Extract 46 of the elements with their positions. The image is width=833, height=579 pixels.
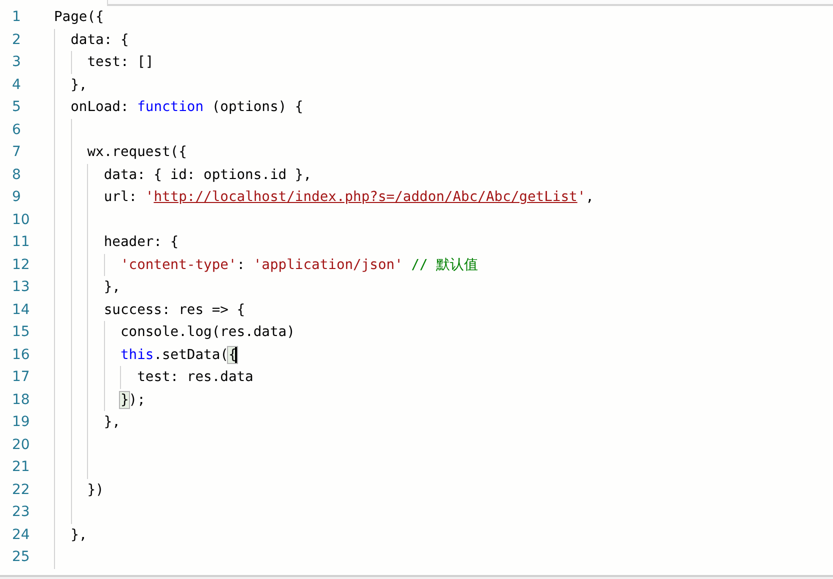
- code-line: console.log(res.data): [119, 324, 295, 340]
- line-number: 1: [11, 9, 22, 26]
- code-line: Page({: [54, 9, 104, 26]
- line-number: 16: [11, 346, 31, 363]
- line-number: 19: [11, 414, 31, 430]
- link[interactable]: http://localhost/index.php?s=/addon/Abc/Abc/getList: [154, 189, 578, 206]
- line-number: 24: [11, 526, 31, 543]
- line-number: 12: [11, 256, 31, 273]
- code-line: this.setData({: [119, 346, 237, 363]
- line-number: 9: [11, 189, 22, 206]
- line-number: 8: [11, 166, 22, 183]
- line-number: 5: [11, 99, 22, 116]
- code-line: wx.request({: [86, 144, 187, 160]
- code-line: },: [70, 526, 88, 543]
- line-number: 23: [11, 504, 31, 520]
- code-line: 'content-type': 'application/json' // 默认值: [119, 256, 478, 274]
- line-number: 2: [11, 32, 22, 48]
- line-number: 22: [11, 482, 31, 498]
- line-number: 10: [11, 212, 31, 228]
- code-line: data: {: [70, 32, 129, 48]
- code-line: test: []: [86, 54, 154, 70]
- code-line: });: [119, 392, 146, 408]
- line-number: 11: [11, 234, 31, 250]
- line-number: 6: [11, 122, 22, 138]
- code-line: },: [70, 76, 88, 93]
- line-number: 3: [11, 54, 22, 70]
- line-number: 13: [11, 279, 31, 296]
- code-line: }): [86, 482, 104, 498]
- line-number: 4: [11, 76, 22, 93]
- code-line: },: [102, 414, 120, 430]
- horizontal-scrollbar[interactable]: [0, 575, 833, 579]
- line-number: 20: [11, 436, 31, 453]
- line-number: 14: [11, 302, 31, 318]
- code-line: data: { id: options.id },: [102, 166, 312, 183]
- line-number: 15: [11, 324, 31, 340]
- code-line: test: res.data: [136, 369, 254, 386]
- line-number: 17: [11, 369, 31, 386]
- code-line: header: {: [102, 234, 179, 250]
- code-line: onLoad: function (options) {: [70, 99, 304, 116]
- line-number: 25: [11, 549, 31, 566]
- line-number: 18: [11, 392, 31, 408]
- code-line: },: [102, 279, 120, 296]
- line-number: 7: [11, 144, 22, 160]
- line-number: 21: [11, 459, 31, 476]
- code-line: success: res => {: [102, 302, 246, 318]
- code-line: url: 'http://localhost/index.php?s=/addon/Abc/Abc/getList',: [102, 189, 594, 206]
